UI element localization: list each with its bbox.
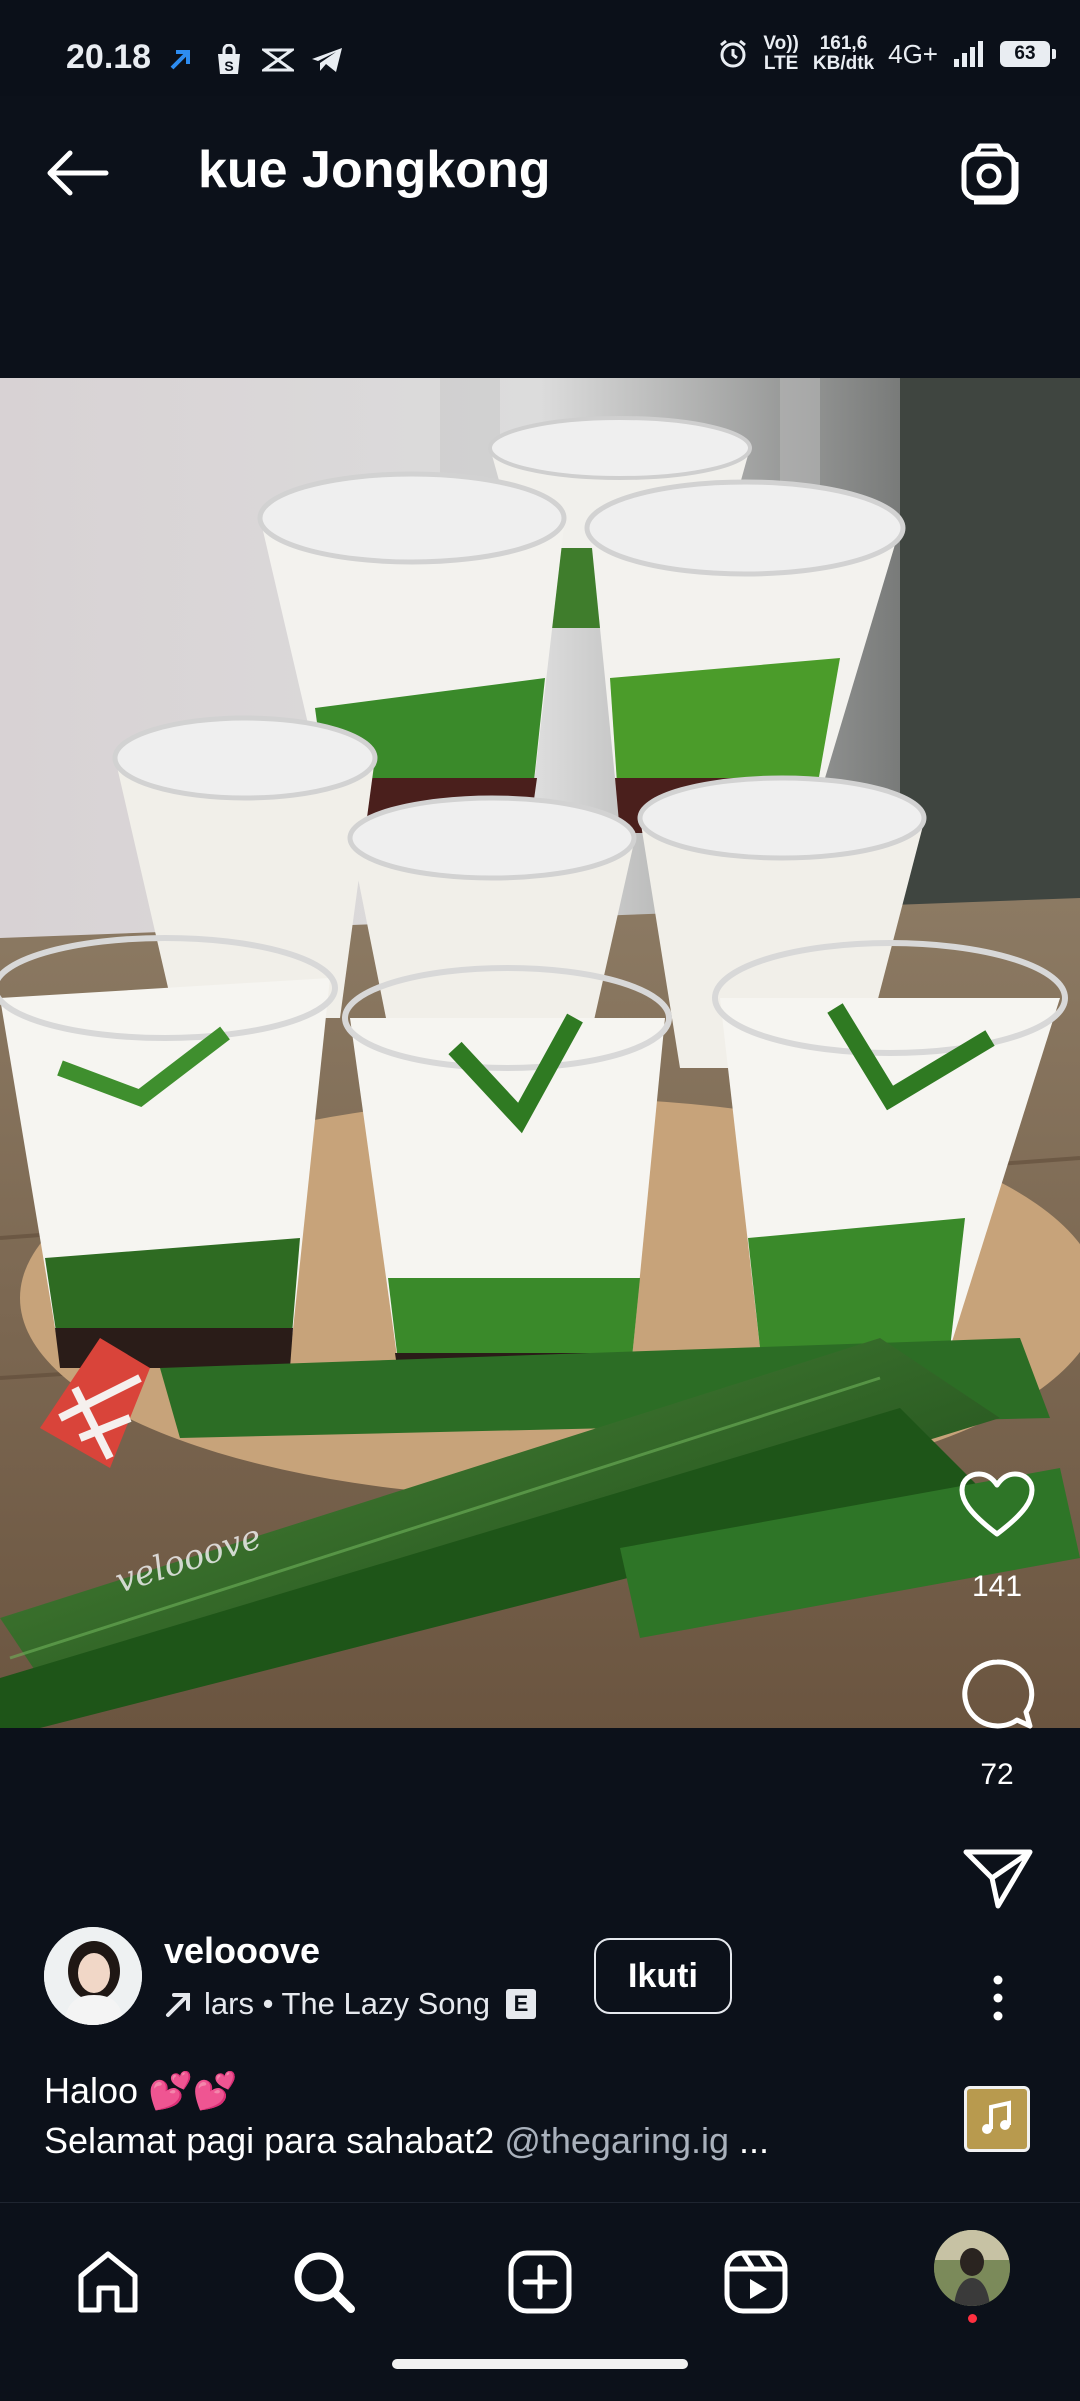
audio-thumbnail[interactable] — [964, 2086, 1030, 2152]
status-time: 20.18 — [66, 38, 152, 76]
network-speed-value: 161,6 — [819, 33, 868, 54]
like-count: 141 — [971, 1570, 1023, 1603]
author-username[interactable]: velooove — [164, 1930, 320, 1972]
nav-search[interactable] — [274, 2232, 374, 2332]
page-title: kue Jongkong — [198, 141, 551, 199]
gesture-home-bar[interactable] — [392, 2359, 688, 2369]
share-icon[interactable] — [962, 1846, 1034, 1910]
heart-icon[interactable] — [958, 1470, 1036, 1540]
battery-level: 63 — [1014, 43, 1036, 64]
signal-icon — [954, 41, 983, 67]
nav-home[interactable] — [58, 2232, 158, 2332]
network-speed-unit: KB/dtk — [812, 53, 875, 74]
battery-indicator: 63 — [1000, 41, 1056, 67]
caption-mention[interactable]: @thegaring.ig — [504, 2120, 729, 2161]
cup-middle-center — [347, 795, 637, 1038]
svg-text:S: S — [224, 58, 233, 74]
music-info[interactable]: lars • The Lazy Song E — [164, 1986, 536, 2022]
home-icon — [78, 2251, 138, 2313]
jongkong-dessert-photo: velooove — [0, 378, 1080, 1728]
alarm-icon — [720, 39, 747, 68]
music-note-icon — [982, 2100, 1011, 2134]
caption-line-1: Haloo 💕💕 — [44, 2070, 238, 2111]
reels-icon — [724, 2250, 788, 2314]
post-media[interactable]: velooove — [0, 378, 1080, 1728]
status-bar: 20.18 S Vo)) LTE 161,6 KB/dtk 4G+ 63 — [0, 0, 1080, 96]
search-icon — [294, 2252, 355, 2313]
camera-icon[interactable] — [958, 140, 1024, 206]
app-notification-icon — [170, 50, 190, 70]
lte-indicator: Vo)) LTE — [763, 34, 799, 74]
nav-reels[interactable] — [706, 2232, 806, 2332]
explicit-badge: E — [506, 1989, 536, 2019]
caption-text: Selamat pagi para sahabat2 — [44, 2120, 505, 2161]
telegram-icon — [312, 48, 342, 72]
author-avatar[interactable] — [44, 1927, 142, 2025]
more-options-icon[interactable] — [984, 1974, 1012, 2022]
network-speed: 161,6 KB/dtk — [813, 34, 874, 74]
lte-bottom-label: LTE — [763, 53, 799, 74]
network-type: 4G+ — [888, 38, 938, 69]
cup-front-center — [342, 965, 672, 1388]
status-right-group: Vo)) LTE 161,6 KB/dtk 4G+ 63 — [717, 34, 1056, 74]
avatar-photo — [44, 1927, 142, 2025]
music-title: lars • The Lazy Song — [204, 1986, 490, 2021]
nav-profile-avatar[interactable] — [934, 2230, 1010, 2306]
profile-photo — [934, 2230, 1010, 2306]
add-post-icon — [508, 2250, 572, 2314]
capcut-icon — [262, 48, 294, 72]
shopping-bag-icon: S — [218, 44, 240, 74]
trending-arrow-icon — [166, 1993, 190, 2017]
caption-line-2[interactable]: Selamat pagi para sahabat2 @thegaring.ig… — [44, 2120, 769, 2162]
comment-icon[interactable] — [958, 1656, 1036, 1732]
notification-dot — [968, 2314, 977, 2323]
caption-more[interactable]: ... — [729, 2120, 769, 2161]
comment-count: 72 — [980, 1758, 1014, 1791]
back-arrow-icon[interactable] — [44, 148, 110, 198]
nav-create[interactable] — [490, 2232, 590, 2332]
lte-top-label: Vo)) — [763, 33, 799, 54]
follow-button[interactable]: Ikuti — [594, 1938, 732, 2014]
